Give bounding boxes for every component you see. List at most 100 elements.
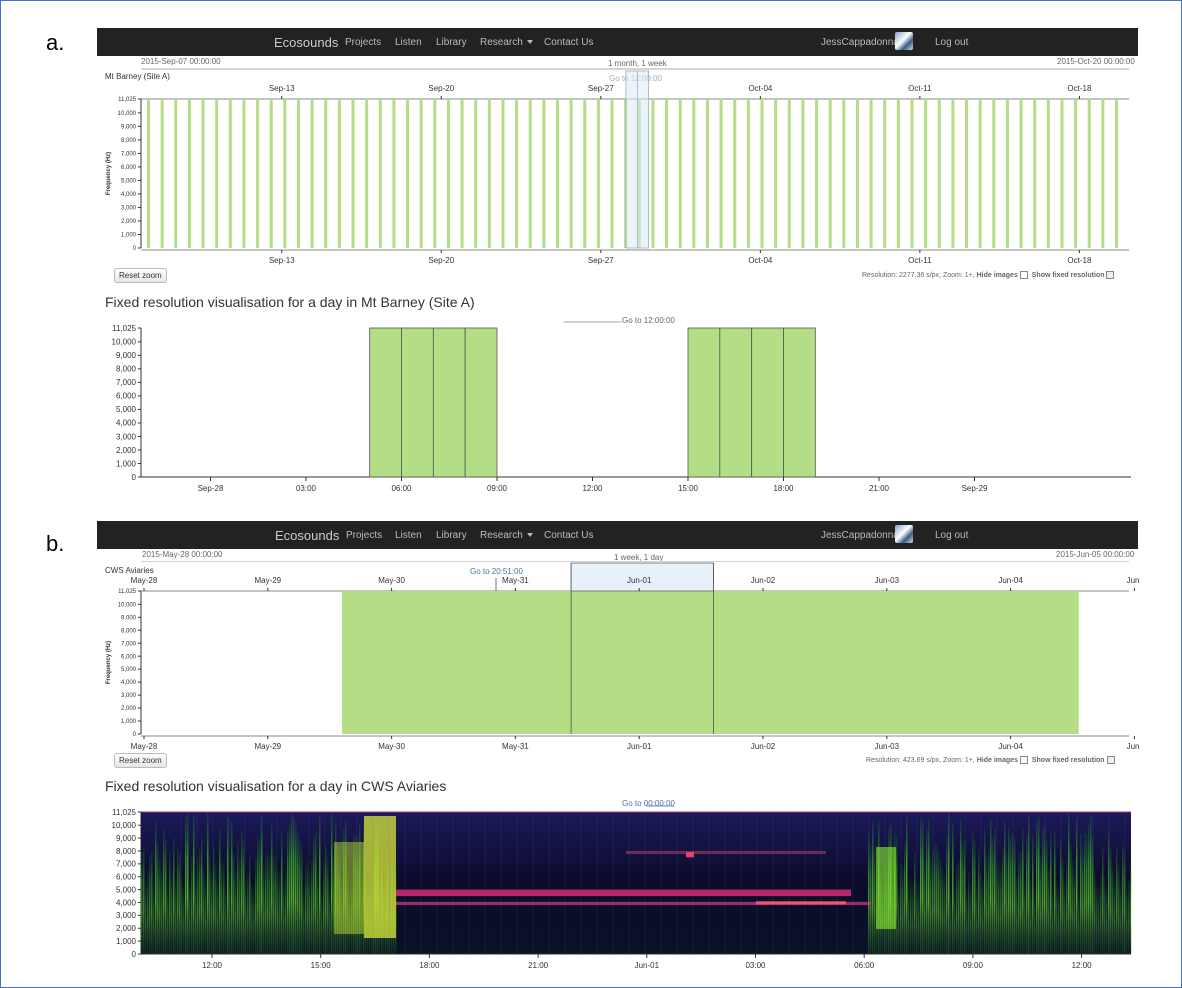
spectrogram-activity	[984, 829, 986, 954]
recording-bar	[678, 99, 682, 248]
chart-d-y-tick-label: 1,000	[116, 937, 137, 946]
logout-link[interactable]: Log out	[935, 37, 968, 48]
spectrogram-activity	[912, 883, 914, 954]
spectrogram-activity	[898, 885, 900, 954]
chart-c-y-tick-label: 1,000	[121, 719, 137, 725]
spectrogram-activity	[183, 886, 185, 954]
recording-bar	[269, 99, 273, 248]
spectrogram-activity	[331, 812, 333, 954]
spectrogram-activity	[908, 883, 910, 954]
spectrogram-activity	[974, 840, 976, 954]
panel-a-letter: a.	[46, 30, 65, 55]
recording-bar	[951, 99, 955, 248]
reset-zoom-button[interactable]: Reset zoom	[114, 753, 167, 768]
spectrogram-activity	[940, 859, 942, 954]
spectrogram-activity	[1080, 833, 1082, 954]
show-fixed-checkbox[interactable]	[1106, 271, 1115, 279]
spectrogram-hotspot	[334, 842, 364, 934]
recording-bar	[896, 99, 900, 248]
logout-link[interactable]: Log out	[935, 530, 968, 541]
spectrogram-activity	[1032, 834, 1034, 954]
brand-link[interactable]: Ecosounds	[275, 528, 339, 543]
spectrogram-activity	[253, 886, 255, 954]
avatar[interactable]	[895, 32, 913, 50]
spectrogram-activity	[191, 855, 193, 954]
nav-contact[interactable]: Contact Us	[544, 530, 593, 541]
nav-research[interactable]: Research	[480, 37, 533, 48]
nav-listen[interactable]: Listen	[395, 37, 422, 48]
spectrogram-activity	[1088, 824, 1090, 954]
chevron-down-icon	[526, 40, 533, 45]
spectrogram-activity	[962, 842, 964, 954]
recording-bar	[337, 99, 341, 248]
spectrogram-activity	[996, 862, 998, 954]
spectrogram-activity	[185, 816, 187, 954]
chart-d-x-tick-label: 09:00	[963, 961, 984, 970]
recording-bar	[924, 99, 928, 248]
show-fixed-label: Show fixed resolution	[1031, 271, 1105, 279]
spectrogram-activity	[1012, 832, 1014, 954]
spectrogram-activity	[219, 829, 221, 954]
resolution-text: Resolution: 2277.36 s/px, Zoom: 1+,	[862, 271, 975, 279]
recording-bar	[228, 99, 232, 248]
recording-bar	[596, 99, 600, 248]
chart-c-top-tick-label: Jun-03	[875, 576, 900, 585]
recording-bar	[487, 99, 491, 248]
chart-a-top-tick-label: Sep-13	[269, 84, 295, 93]
nav-library[interactable]: Library	[436, 530, 467, 541]
spectrogram-activity	[175, 877, 177, 954]
spectrogram-activity	[267, 851, 269, 954]
chart-a-y-tick-label: 7,000	[121, 151, 137, 157]
chart-c-top-tick-label: May-31	[502, 576, 529, 585]
spectrogram-activity	[215, 864, 217, 954]
user-name-link[interactable]: JessCappadonna	[821, 37, 899, 48]
recording-bar	[201, 99, 205, 248]
spectrogram-activity	[902, 866, 904, 954]
recording-bar	[705, 99, 709, 248]
spectrogram-activity	[1056, 880, 1058, 954]
recording-bar	[1101, 99, 1105, 248]
spectrogram-chart-b[interactable]: 11,025 10,000 9,000 8,000 7,000 6,000 5,000 4,0…	[96, 802, 1140, 978]
chart-d-y-tick-label: 4,000	[116, 898, 137, 907]
chart-b-y-tick-label: 11,025	[112, 324, 136, 333]
chevron-down-icon	[526, 533, 533, 538]
spectrogram-activity	[163, 829, 165, 954]
spectrogram-activity	[922, 820, 924, 954]
recording-bar	[1033, 99, 1037, 248]
recording-bar	[883, 99, 887, 248]
hide-images-checkbox[interactable]	[1019, 271, 1028, 279]
chart-c-top-tick-label: Jun-	[1127, 576, 1140, 585]
recording-bar	[855, 99, 859, 248]
fixed-chart-a[interactable]: 11,025 10,000 9,000 8,000 7,000 6,000 5,000 4,0…	[96, 318, 1140, 498]
spectrogram-activity	[978, 849, 980, 954]
chart-b-y-tick-label: 4,000	[116, 419, 137, 428]
spectrogram-activity	[301, 846, 303, 954]
avatar[interactable]	[895, 525, 913, 543]
spectrogram-activity	[944, 874, 946, 954]
timeline-chart-b[interactable]: Frequency (Hz) 11,025 10,000 9,000 8,000 7,00…	[96, 561, 1140, 756]
show-fixed-checkbox[interactable]	[1106, 756, 1115, 764]
reset-zoom-button[interactable]: Reset zoom	[114, 268, 167, 283]
brand-link[interactable]: Ecosounds	[274, 35, 338, 50]
nav-projects[interactable]: Projects	[345, 37, 381, 48]
spectrogram-activity	[1086, 833, 1088, 954]
recording-bar	[910, 99, 914, 248]
spectrogram-activity	[147, 871, 149, 954]
chart-c-y-tick-label: 7,000	[121, 641, 137, 647]
nav-contact[interactable]: Contact Us	[544, 37, 593, 48]
timeline-chart-a[interactable]: Frequency (Hz) 11,025 10,000 9,000 8,000 7,00…	[96, 62, 1140, 272]
nav-library[interactable]: Library	[436, 37, 467, 48]
spectrogram-activity	[313, 836, 315, 954]
nav-projects[interactable]: Projects	[346, 530, 382, 541]
recording-bar	[1019, 99, 1023, 248]
user-name-link[interactable]: JessCappadonna	[821, 530, 899, 541]
nav-research[interactable]: Research	[480, 530, 533, 541]
nav-listen[interactable]: Listen	[395, 530, 422, 541]
spectrogram-activity	[295, 822, 297, 954]
spectrogram-activity	[235, 871, 237, 954]
panel-a-navbar: Ecosounds Projects Listen Library Resear…	[97, 28, 1138, 56]
spectrogram-activity	[161, 867, 163, 954]
spectrogram-activity	[231, 821, 233, 954]
nav-research-label: Research	[480, 530, 523, 541]
hide-images-checkbox[interactable]	[1019, 756, 1028, 764]
